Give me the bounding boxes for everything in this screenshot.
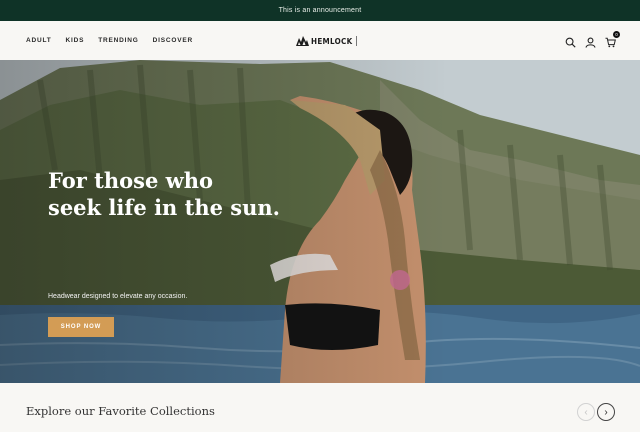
cart-icon[interactable]: 0 <box>605 31 620 48</box>
hero-banner: For those who seek life in the sun. Head… <box>0 60 640 383</box>
hero-title-line-1: For those who <box>48 168 213 193</box>
nav-item-trending[interactable]: TRENDING <box>98 37 138 44</box>
announcement-text: This is an announcement <box>278 7 362 14</box>
logo-divider <box>356 36 358 46</box>
announcement-bar: This is an announcement <box>0 0 640 21</box>
logo-wordmark: HEMLOCK <box>311 36 353 46</box>
search-icon[interactable] <box>565 35 576 48</box>
site-header: ADULT KIDS TRENDING DISCOVER HEMLOCK 0 <box>0 21 640 60</box>
chevron-left-icon: ‹ <box>584 406 588 418</box>
cart-count-badge: 0 <box>613 31 620 38</box>
mountain-logo-icon <box>296 36 309 46</box>
nav-item-discover[interactable]: DISCOVER <box>153 37 193 44</box>
hero-subtitle: Headwear designed to elevate any occasio… <box>48 293 188 300</box>
collections-heading: Explore our Favorite Collections <box>26 404 215 418</box>
chevron-right-icon: › <box>604 406 608 418</box>
nav-item-adult[interactable]: ADULT <box>26 37 52 44</box>
hero-title-line-2: seek life in the sun. <box>48 195 280 220</box>
carousel-prev-button[interactable]: ‹ <box>577 403 595 421</box>
site-logo[interactable]: HEMLOCK <box>296 34 358 48</box>
account-icon[interactable] <box>585 35 596 48</box>
nav-item-kids[interactable]: KIDS <box>66 37 85 44</box>
carousel-next-button[interactable]: › <box>597 403 615 421</box>
shop-now-button[interactable]: SHOP NOW <box>48 317 114 337</box>
header-icons: 0 <box>565 21 620 60</box>
hero-title: For those who seek life in the sun. <box>48 167 288 221</box>
collections-section: Explore our Favorite Collections ‹ › <box>0 383 640 432</box>
main-nav: ADULT KIDS TRENDING DISCOVER <box>26 21 193 60</box>
